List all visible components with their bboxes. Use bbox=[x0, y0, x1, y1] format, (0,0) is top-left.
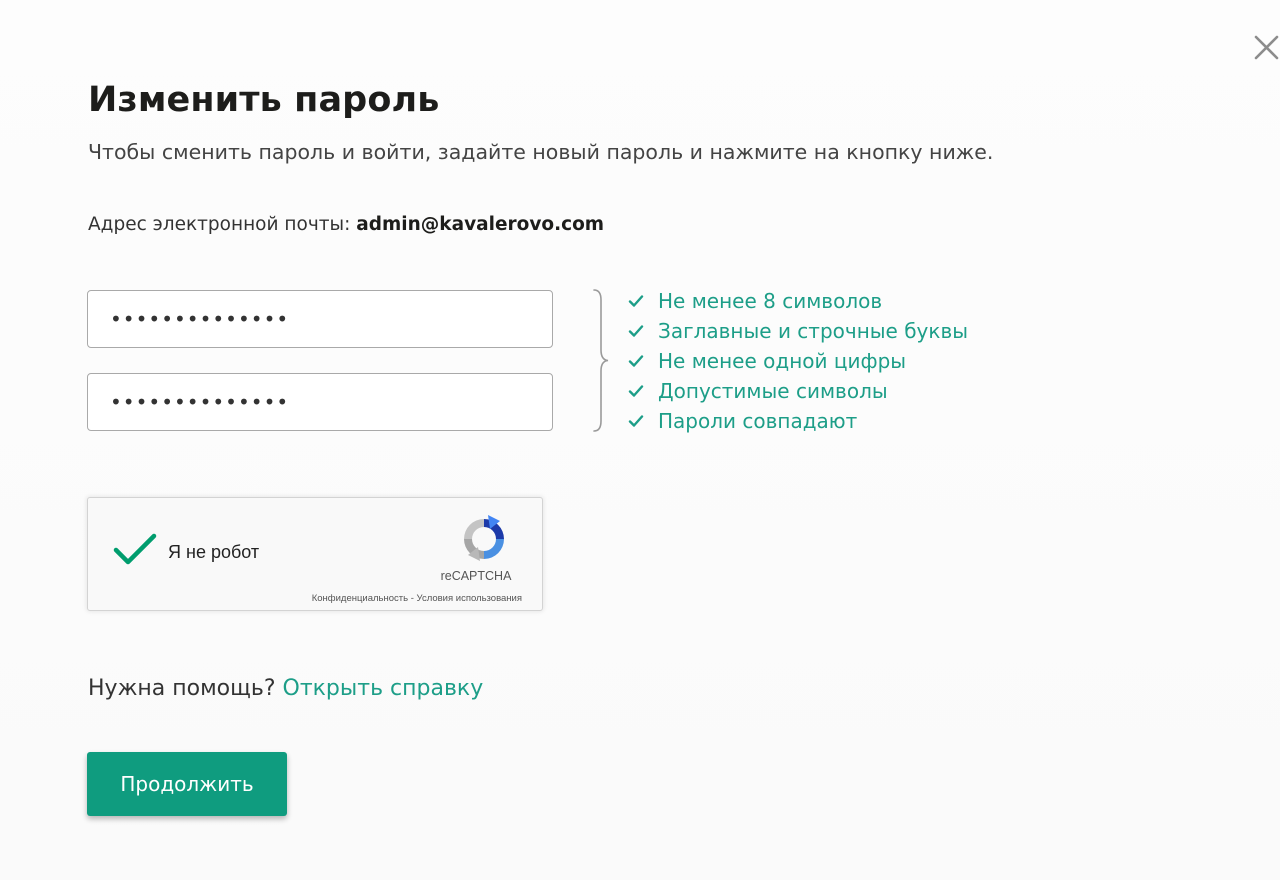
terms-link[interactable]: Условия использования bbox=[417, 593, 522, 604]
recaptcha-checkbox[interactable] bbox=[112, 530, 158, 570]
check-icon bbox=[628, 316, 650, 346]
link-separator: - bbox=[408, 593, 417, 604]
page-subtitle: Чтобы сменить пароль и войти, задайте но… bbox=[88, 140, 994, 164]
checkmark-icon bbox=[113, 533, 157, 565]
new-password-input[interactable] bbox=[87, 290, 553, 348]
requirement-text: Пароли совпадают bbox=[658, 409, 858, 433]
requirement-text: Не менее 8 символов bbox=[658, 289, 883, 313]
recaptcha-logo-icon bbox=[458, 513, 510, 565]
check-icon bbox=[628, 376, 650, 406]
requirement-item: Допустимые символы bbox=[628, 376, 968, 406]
email-row: Адрес электронной почты: admin@kavalerov… bbox=[88, 214, 604, 235]
requirement-item: Не менее одной цифры bbox=[628, 346, 968, 376]
confirm-password-input[interactable] bbox=[87, 373, 553, 431]
help-row: Нужна помощь? Открыть справку bbox=[88, 676, 483, 701]
password-requirements-list: Не менее 8 символов Заглавные и строчные… bbox=[628, 286, 968, 436]
email-label: Адрес электронной почты: bbox=[88, 214, 351, 235]
requirement-text: Не менее одной цифры bbox=[658, 349, 907, 373]
requirement-text: Допустимые символы bbox=[658, 379, 888, 403]
close-icon bbox=[1254, 35, 1279, 60]
change-password-dialog: Изменить пароль Чтобы сменить пароль и в… bbox=[0, 0, 1280, 880]
continue-button[interactable]: Продолжить bbox=[87, 752, 287, 816]
requirements-brace bbox=[590, 288, 610, 433]
requirement-text: Заглавные и строчные буквы bbox=[658, 319, 969, 343]
email-value: admin@kavalerovo.com bbox=[356, 214, 605, 235]
requirement-item: Заглавные и строчные буквы bbox=[628, 316, 968, 346]
help-question: Нужна помощь? bbox=[88, 676, 276, 701]
privacy-link[interactable]: Конфиденциальность bbox=[312, 593, 408, 604]
check-icon bbox=[628, 286, 650, 316]
check-icon bbox=[628, 346, 650, 376]
requirement-item: Не менее 8 символов bbox=[628, 286, 968, 316]
open-help-link[interactable]: Открыть справку bbox=[283, 676, 484, 701]
recaptcha-brand: reCAPTCHA bbox=[440, 569, 512, 583]
recaptcha-widget: Я не робот reCAPTCHA Конфиденциальность … bbox=[87, 497, 543, 611]
close-button[interactable] bbox=[1250, 30, 1280, 64]
recaptcha-links: Конфиденциальность - Условия использован… bbox=[312, 593, 522, 604]
page-title: Изменить пароль bbox=[88, 80, 440, 120]
check-icon bbox=[628, 406, 650, 436]
requirement-item: Пароли совпадают bbox=[628, 406, 968, 436]
recaptcha-label: Я не робот bbox=[168, 542, 260, 562]
